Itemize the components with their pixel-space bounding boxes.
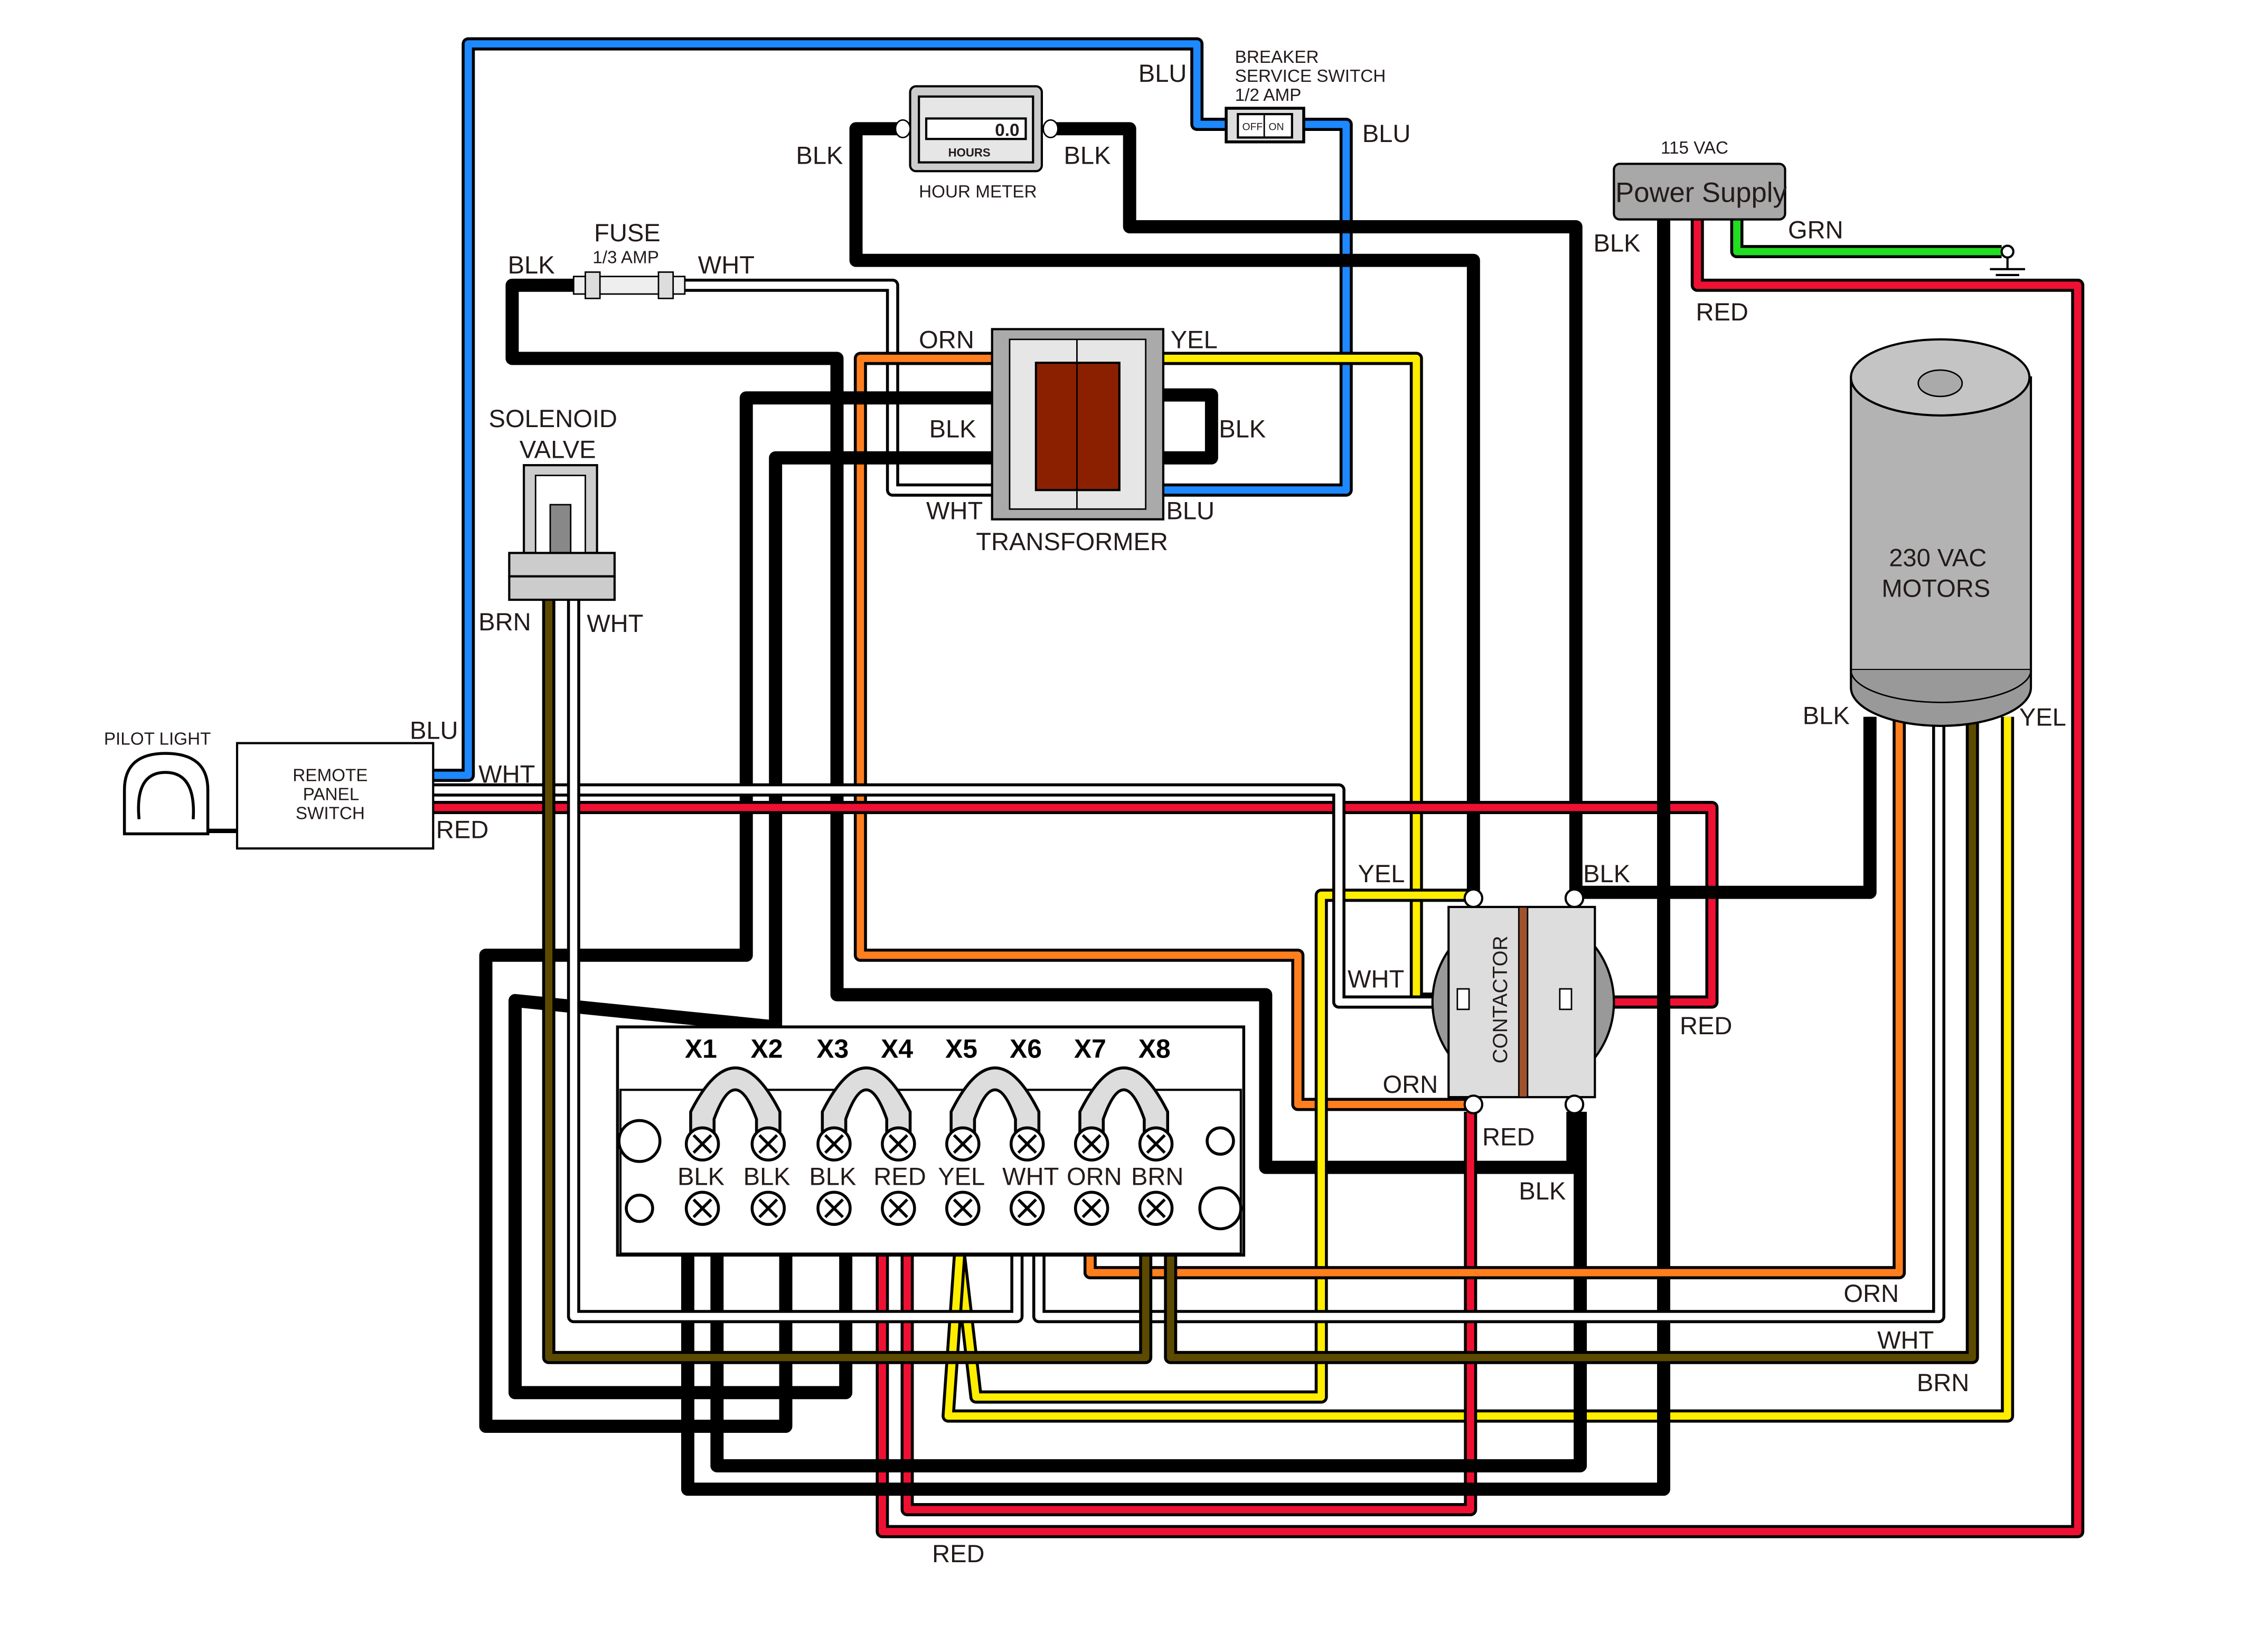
wire-label-blk-hm-left: BLK: [796, 141, 843, 169]
motors: 230 VAC MOTORS: [1850, 338, 2032, 727]
wire-label-red-cont-bottom: RED: [1482, 1123, 1535, 1151]
wire-label-blk-hm-right: BLK: [1064, 141, 1111, 169]
screw-icon: [684, 1126, 720, 1162]
wire-label-wht-cont: WHT: [1348, 965, 1404, 993]
transformer-title: TRANSFORMER: [976, 527, 1168, 555]
solenoid-subtitle: VALVE: [520, 435, 596, 463]
wires: [433, 37, 2085, 1538]
wire-label-brn-sol: BRN: [478, 608, 531, 636]
terminal-label: X6: [1010, 1034, 1042, 1063]
pilot-light: PILOT LIGHT: [104, 729, 237, 836]
breaker-off-label: OFF: [1243, 121, 1263, 133]
wire-label-wht-sol: WHT: [587, 609, 643, 637]
screw-icon: [750, 1191, 786, 1226]
wire-label-yel-motor: YEL: [2019, 703, 2066, 731]
screw-icon: [816, 1191, 852, 1226]
wire-label-red-remote: RED: [436, 816, 488, 844]
wire-label-orn-cont: ORN: [1383, 1070, 1438, 1098]
wire-label-red-ps: RED: [1696, 298, 1748, 326]
fuse-title: FUSE: [594, 219, 661, 247]
screw-icon: [945, 1126, 981, 1162]
terminal-wire-label: BLK: [677, 1162, 724, 1190]
terminal-label: X4: [881, 1034, 913, 1063]
terminal-wire-label: WHT: [1002, 1162, 1059, 1190]
pilot-light-title: PILOT LIGHT: [104, 729, 211, 749]
hour-meter: 0.0 HOURS HOUR METER: [895, 85, 1059, 202]
screw-icon: [1009, 1126, 1045, 1162]
wire-label-blk-tr-left: BLK: [929, 414, 976, 442]
wire-grn: [1730, 219, 2002, 259]
fuse: FUSE 1/3 AMP: [572, 219, 686, 299]
wire-label-orn-bottom: ORN: [1843, 1279, 1899, 1307]
solenoid-valve: SOLENOID VALVE: [489, 404, 617, 601]
screw-icon: [1074, 1191, 1109, 1226]
contactor: CONTACTOR: [1431, 888, 1615, 1114]
hour-meter-display: 0.0: [995, 121, 1019, 140]
screw-icon: [1138, 1126, 1174, 1162]
wire-label-red-cont-right: RED: [1680, 1012, 1732, 1040]
terminal-wire-label: BLK: [744, 1162, 790, 1190]
screw-icon: [684, 1191, 720, 1226]
wire-label-blk-fuse: BLK: [508, 251, 555, 279]
wire-label-blu-remote: BLU: [410, 716, 458, 744]
solenoid-title: SOLENOID: [489, 404, 617, 432]
screw-icon: [945, 1191, 981, 1226]
transformer: TRANSFORMER: [976, 328, 1168, 555]
terminal-wire-label: YEL: [938, 1162, 985, 1190]
screw-icon: [750, 1126, 786, 1162]
wire-label-blk-ps: BLK: [1594, 229, 1641, 257]
breaker-on-label: ON: [1268, 121, 1284, 133]
hour-meter-title: HOUR METER: [919, 182, 1037, 202]
wire-label-wht-fuse: WHT: [698, 251, 755, 279]
wiring-diagram: OFF ON BREAKER SERVICE SWITCH 1/2 AMP 0.…: [104, 37, 2085, 1567]
wire-label-yel-tr: YEL: [1171, 325, 1218, 353]
screw-icon: [881, 1126, 916, 1162]
breaker-subtitle: SERVICE SWITCH: [1235, 67, 1386, 86]
breaker-rating: 1/2 AMP: [1235, 86, 1302, 105]
breaker-title: BREAKER: [1235, 48, 1319, 67]
wire-label-blk-cont-bottom: BLK: [1519, 1177, 1566, 1205]
terminal-label: X8: [1138, 1034, 1171, 1063]
wire-label-wht-tr: WHT: [926, 497, 983, 525]
terminal-label: X5: [945, 1034, 977, 1063]
wire-label-wht-remote: WHT: [478, 760, 535, 788]
terminal-wire-label: BRN: [1131, 1162, 1183, 1190]
terminal-wire-label: BLK: [809, 1162, 856, 1190]
wire-label-red-bottom: RED: [932, 1539, 984, 1567]
screw-icon: [1009, 1191, 1045, 1226]
remote-subtitle: PANEL: [303, 785, 360, 805]
power-supply-title: Power Supply: [1615, 177, 1787, 208]
remote-switch-label: SWITCH: [296, 804, 365, 824]
wire-label-blk-motor: BLK: [1803, 702, 1850, 730]
terminal-label: X1: [685, 1034, 717, 1063]
terminal-label: X7: [1074, 1034, 1106, 1063]
wire-label-brn-bottom: BRN: [1917, 1368, 1969, 1396]
wire-label-orn-tr: ORN: [919, 325, 974, 353]
wire-label-grn-ps: GRN: [1788, 216, 1843, 244]
terminal-block: X1 BLK X2 BLK X3 BLK X4 RED X5 YEL X6 WHT X7 ORN X8 BRN: [616, 1025, 1246, 1257]
power-supply-voltage: 115 VAC: [1661, 138, 1728, 158]
remote-panel-switch: REMOTE PANEL SWITCH: [236, 742, 435, 850]
contactor-title: CONTACTOR: [1489, 936, 1512, 1063]
screw-icon: [1074, 1126, 1109, 1162]
remote-title: REMOTE: [293, 766, 368, 786]
wire-label-yel-cont: YEL: [1358, 859, 1405, 887]
screw-icon: [881, 1191, 916, 1226]
screw-icon: [816, 1126, 852, 1162]
wire-label-blu-tr: BLU: [1166, 497, 1215, 525]
terminal-label: X3: [816, 1034, 849, 1063]
terminal-wire-label: ORN: [1067, 1162, 1122, 1190]
wire-label-blk-cont: BLK: [1583, 859, 1630, 887]
hours-label: HOURS: [948, 146, 991, 159]
motors-voltage: 230 VAC: [1889, 543, 1987, 571]
fuse-rating: 1/3 AMP: [592, 248, 659, 268]
wire-label-blu-breaker: BLU: [1362, 119, 1411, 147]
screw-icon: [1138, 1191, 1174, 1226]
wire-label-wht-bottom: WHT: [1877, 1326, 1934, 1354]
motors-title: MOTORS: [1881, 574, 1990, 602]
terminal-wire-label: RED: [873, 1162, 926, 1190]
terminal-label: X2: [751, 1034, 783, 1063]
wire-label-blk-tr-right: BLK: [1219, 414, 1266, 442]
wire-label-blu-top: BLU: [1138, 59, 1187, 87]
